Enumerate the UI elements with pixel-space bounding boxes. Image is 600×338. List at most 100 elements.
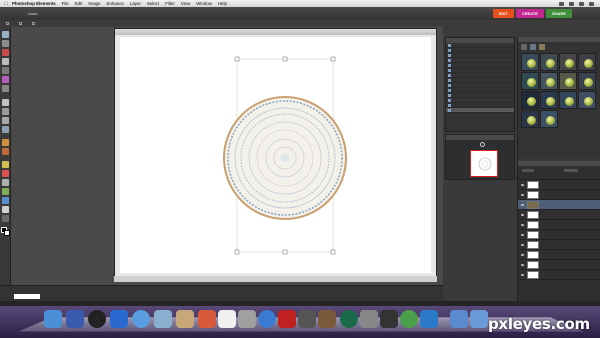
project-bin-thumbnail[interactable] bbox=[14, 294, 40, 299]
itunes-icon[interactable] bbox=[258, 310, 276, 328]
effect-thumbnail[interactable] bbox=[578, 53, 596, 71]
layer-row[interactable] bbox=[518, 190, 600, 200]
chrome-icon[interactable] bbox=[400, 310, 418, 328]
layer-row[interactable] bbox=[518, 250, 600, 260]
blend-mode-select[interactable] bbox=[522, 169, 534, 172]
tab-edit[interactable]: EDIT bbox=[492, 9, 514, 18]
menu-layer[interactable]: Layer bbox=[130, 1, 141, 6]
sponge-tool-icon[interactable] bbox=[2, 215, 9, 222]
navigator-thumbnail[interactable] bbox=[470, 150, 498, 177]
healing-brush-icon[interactable] bbox=[2, 139, 9, 146]
layer-row[interactable] bbox=[518, 270, 600, 280]
clone-stamp-icon[interactable] bbox=[2, 148, 9, 155]
layer-row-selected[interactable] bbox=[518, 200, 600, 210]
option-3[interactable] bbox=[32, 22, 37, 25]
photo-booth-icon[interactable] bbox=[198, 310, 216, 328]
effects-styles-icon[interactable] bbox=[530, 44, 536, 50]
layer-row[interactable] bbox=[518, 230, 600, 240]
brush-tool-icon[interactable] bbox=[2, 161, 9, 168]
photo-app-icon[interactable] bbox=[278, 310, 296, 328]
tab-share[interactable]: SHARE bbox=[545, 9, 572, 18]
app-menu-name[interactable]: Photoshop Elements bbox=[12, 1, 56, 6]
visibility-eye-icon[interactable] bbox=[521, 263, 524, 266]
mission-control-icon[interactable] bbox=[88, 310, 106, 328]
menu-window[interactable]: Window bbox=[196, 1, 212, 6]
status-icon[interactable] bbox=[569, 1, 574, 6]
effect-thumbnail[interactable] bbox=[540, 72, 558, 90]
status-icon[interactable] bbox=[559, 1, 564, 6]
calendar-icon[interactable] bbox=[218, 310, 236, 328]
folder-icon[interactable] bbox=[450, 310, 468, 328]
apple-icon[interactable]:  bbox=[0, 1, 12, 7]
visibility-eye-icon[interactable] bbox=[521, 273, 524, 276]
menu-view[interactable]: View bbox=[181, 1, 190, 6]
finder-icon[interactable] bbox=[44, 310, 62, 328]
effect-thumbnail[interactable] bbox=[521, 53, 539, 71]
safari-icon[interactable] bbox=[132, 310, 150, 328]
effect-thumbnail[interactable] bbox=[559, 53, 577, 71]
gradient-tool-icon[interactable] bbox=[2, 188, 9, 195]
app-store-icon[interactable] bbox=[110, 310, 128, 328]
effects-filters-icon[interactable] bbox=[521, 44, 527, 50]
photoshop-elements-icon[interactable] bbox=[380, 310, 398, 328]
zoom-tool-icon[interactable] bbox=[2, 31, 9, 38]
visibility-eye-icon[interactable] bbox=[521, 213, 524, 216]
menu-edit[interactable]: Edit bbox=[75, 1, 83, 6]
background-color-swatch[interactable] bbox=[4, 230, 10, 236]
red-eye-tool-icon[interactable] bbox=[2, 126, 9, 133]
quick-selection-icon[interactable] bbox=[2, 85, 9, 92]
canvas[interactable] bbox=[120, 37, 431, 273]
shape-tool-icon[interactable] bbox=[2, 197, 9, 204]
dashboard-icon[interactable] bbox=[66, 310, 84, 328]
menu-select[interactable]: Select bbox=[147, 1, 159, 6]
visibility-eye-icon[interactable] bbox=[521, 203, 524, 206]
effect-thumbnail[interactable] bbox=[521, 72, 539, 90]
recompose-tool-icon[interactable] bbox=[2, 117, 9, 124]
effect-thumbnail[interactable] bbox=[540, 91, 558, 109]
tab-create[interactable]: CREATE bbox=[515, 9, 544, 18]
status-icon[interactable] bbox=[589, 1, 594, 6]
effect-thumbnail[interactable] bbox=[559, 91, 577, 109]
layer-row[interactable] bbox=[518, 260, 600, 270]
menu-file[interactable]: File bbox=[62, 1, 69, 6]
downloads-folder-icon[interactable] bbox=[470, 310, 488, 328]
effects-photo-icon[interactable] bbox=[539, 44, 545, 50]
visibility-eye-icon[interactable] bbox=[521, 243, 524, 246]
crop-tool-icon[interactable] bbox=[2, 108, 9, 115]
document-title[interactable] bbox=[115, 29, 436, 35]
menu-image[interactable]: Image bbox=[88, 1, 100, 6]
system-preferences-icon[interactable] bbox=[360, 310, 378, 328]
effect-thumbnail[interactable] bbox=[540, 110, 558, 128]
effect-thumbnail[interactable] bbox=[521, 91, 539, 109]
visibility-eye-icon[interactable] bbox=[521, 183, 524, 186]
hand-tool-icon[interactable] bbox=[2, 40, 9, 47]
visibility-eye-icon[interactable] bbox=[521, 223, 524, 226]
effect-thumbnail[interactable] bbox=[521, 110, 539, 128]
preview-icon[interactable] bbox=[238, 310, 256, 328]
paint-bucket-icon[interactable] bbox=[2, 179, 9, 186]
marquee-tool-icon[interactable] bbox=[2, 58, 9, 65]
effect-thumbnail[interactable] bbox=[578, 72, 596, 90]
lasso-tool-icon[interactable] bbox=[2, 67, 9, 74]
layer-row[interactable] bbox=[518, 220, 600, 230]
menu-filter[interactable]: Filter bbox=[165, 1, 175, 6]
time-machine-icon[interactable] bbox=[340, 310, 358, 328]
eyedropper-tool-icon[interactable] bbox=[2, 49, 9, 56]
layer-row[interactable] bbox=[518, 240, 600, 250]
layer-row[interactable] bbox=[518, 180, 600, 190]
opacity-field[interactable] bbox=[564, 169, 578, 172]
contacts-icon[interactable] bbox=[176, 310, 194, 328]
camera-app-icon[interactable] bbox=[420, 310, 438, 328]
iphoto-icon[interactable] bbox=[298, 310, 316, 328]
effect-thumbnail[interactable] bbox=[559, 72, 577, 90]
menu-enhance[interactable]: Enhance bbox=[107, 1, 124, 6]
type-tool-icon[interactable] bbox=[2, 99, 9, 106]
undo-button[interactable]: Undo bbox=[28, 11, 38, 16]
history-item-selected[interactable] bbox=[446, 108, 514, 113]
visibility-eye-icon[interactable] bbox=[521, 253, 524, 256]
zoom-icon[interactable] bbox=[480, 142, 485, 147]
visibility-eye-icon[interactable] bbox=[521, 193, 524, 196]
status-icon[interactable] bbox=[579, 1, 584, 6]
eraser-tool-icon[interactable] bbox=[2, 170, 9, 177]
option-2[interactable] bbox=[19, 22, 24, 25]
